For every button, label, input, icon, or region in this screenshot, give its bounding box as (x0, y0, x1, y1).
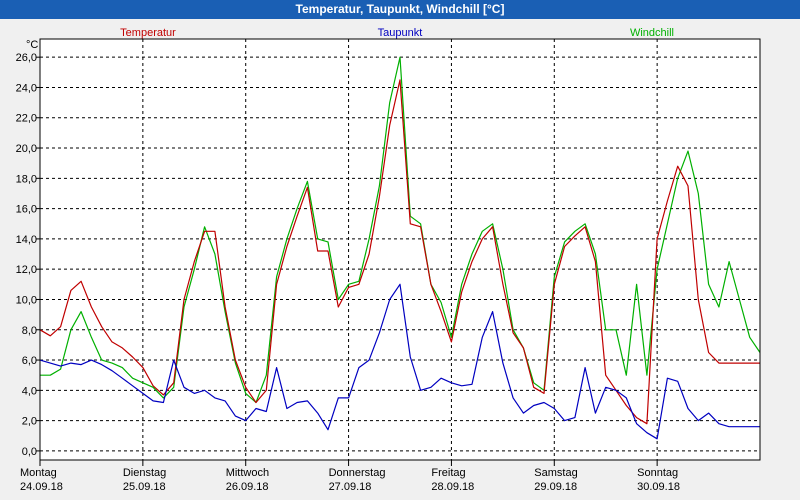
x-tick-label-day: Freitag (431, 467, 465, 479)
x-tick-label-date: 25.09.18 (123, 481, 166, 493)
x-tick-label-day: Samstag (534, 467, 577, 479)
y-tick-label: 20,0 (16, 143, 37, 155)
y-tick-label: 2,0 (22, 416, 37, 428)
x-tick-label-day: Dienstag (123, 467, 166, 479)
x-tick-label-date: 30.09.18 (637, 481, 680, 493)
y-axis-label: °C (26, 39, 38, 51)
y-tick-label: 12,0 (16, 264, 37, 276)
y-tick-label: 4,0 (22, 385, 37, 397)
y-tick-label: 6,0 (22, 355, 37, 367)
x-tick-label-date: 27.09.18 (329, 481, 372, 493)
x-tick-label-date: 24.09.18 (20, 481, 63, 493)
y-tick-label: 22,0 (16, 113, 37, 125)
y-tick-label: 18,0 (16, 173, 37, 185)
x-tick-label-date: 26.09.18 (226, 481, 269, 493)
line-chart: 0,0 2,0 4,0 6,0 8,0 10,0 12,0 14,0 16,0 18,0 20,0 2… (16, 27, 761, 493)
legend: Temperatur Taupunkt Windchill (120, 27, 674, 39)
y-tick-label: 14,0 (16, 234, 37, 246)
x-tick-label-day: Montag (20, 467, 57, 479)
legend-item-temperatur: Temperatur (120, 27, 176, 39)
y-tick-label: 26,0 (16, 52, 37, 64)
x-tick-label-date: 28.09.18 (431, 481, 474, 493)
y-tick-label: 0,0 (22, 446, 37, 458)
y-tick-label: 16,0 (16, 204, 37, 216)
legend-item-windchill: Windchill (630, 27, 674, 39)
y-tick-label: 24,0 (16, 82, 37, 94)
y-tick-label: 8,0 (22, 325, 37, 337)
x-tick-label-day: Mittwoch (226, 467, 269, 479)
y-tick-label: 10,0 (16, 294, 37, 306)
x-tick-label-day: Donnerstag (329, 467, 386, 479)
x-tick-label-date: 29.09.18 (534, 481, 577, 493)
legend-item-taupunkt: Taupunkt (378, 27, 423, 39)
window-title: Temperatur, Taupunkt, Windchill [°C] (0, 0, 800, 19)
x-tick-label-day: Sonntag (637, 467, 678, 479)
